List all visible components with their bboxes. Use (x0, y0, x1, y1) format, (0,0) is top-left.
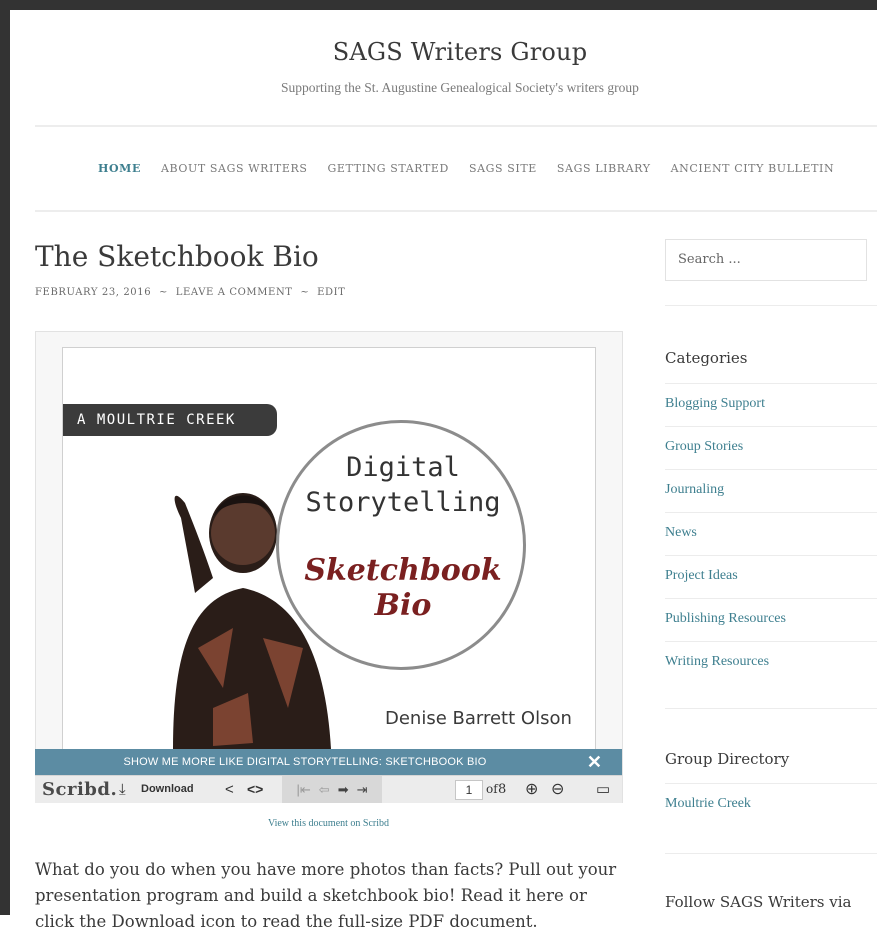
doc-author: Denise Barrett Olson (385, 708, 572, 729)
meta-separator: ~ (300, 287, 310, 298)
main-nav: HOME ABOUT SAGS WRITERS GETTING STARTED … (98, 162, 834, 175)
page-total: 8 (498, 782, 507, 797)
group-directory-title: Group Directory (665, 750, 790, 768)
share-icon[interactable]: < (225, 776, 234, 803)
page-navigation: |⇤ ⇦ ➡ ⇥ (282, 776, 382, 803)
search-input[interactable]: Search ... (665, 239, 867, 281)
list-item: News (665, 512, 877, 555)
page-number-input[interactable]: 1 (455, 780, 483, 800)
list-item: Blogging Support (665, 383, 877, 426)
directory-link-moultrie-creek[interactable]: Moultrie Creek (665, 796, 751, 812)
edit-link[interactable]: EDIT (317, 287, 345, 298)
next-page-icon[interactable]: ➡ (338, 776, 349, 803)
zoom-in-icon[interactable]: ⊕ (525, 776, 538, 803)
window-frame-top (0, 0, 877, 10)
site-title[interactable]: SAGS Writers Group (10, 38, 877, 66)
category-link[interactable]: Project Ideas (665, 556, 877, 584)
nav-item-sags-site[interactable]: SAGS SITE (469, 162, 537, 175)
list-item: Group Stories (665, 426, 877, 469)
category-link[interactable]: Publishing Resources (665, 599, 877, 627)
document-page[interactable]: A MOULTRIE CREEK GUIDE Digital Storytell… (62, 347, 596, 750)
categories-title: Categories (665, 349, 748, 367)
follow-title: Follow SAGS Writers via (665, 893, 852, 911)
close-icon[interactable]: ✕ (587, 752, 602, 773)
nav-item-home[interactable]: HOME (98, 162, 141, 175)
nav-divider (35, 210, 877, 212)
post-meta: FEBRUARY 23, 2016 ~ LEAVE A COMMENT ~ ED… (35, 287, 349, 298)
category-link[interactable]: Writing Resources (665, 642, 877, 670)
list-item: Writing Resources (665, 641, 877, 684)
category-link[interactable]: Journaling (665, 470, 877, 498)
site-tagline: Supporting the St. Augustine Genealogica… (281, 80, 639, 95)
post-body: What do you do when you have more photos… (35, 859, 617, 931)
list-item: Journaling (665, 469, 877, 512)
fullscreen-icon[interactable]: ▭ (596, 776, 610, 803)
list-item: Publishing Resources (665, 598, 877, 641)
doc-title: Digital Storytelling (303, 450, 503, 520)
download-button[interactable]: Download (141, 776, 194, 803)
category-link[interactable]: News (665, 513, 877, 541)
category-link[interactable]: Group Stories (665, 427, 877, 455)
download-icon[interactable]: ⤓ (119, 776, 126, 803)
view-on-scribd-link[interactable]: View this document on Scribd (35, 818, 622, 829)
banner-text[interactable]: SHOW ME MORE LIKE DIGITAL STORYTELLING: … (35, 756, 575, 768)
more-like-banner[interactable]: SHOW ME MORE LIKE DIGITAL STORYTELLING: … (35, 749, 622, 775)
last-page-icon[interactable]: ⇥ (357, 776, 368, 803)
doc-guide-tag: A MOULTRIE CREEK GUIDE (63, 404, 277, 460)
header-divider (35, 125, 877, 127)
nav-item-sags-library[interactable]: SAGS LIBRARY (557, 162, 651, 175)
first-page-icon[interactable]: |⇤ (297, 776, 311, 803)
doc-title-line2: Storytelling (305, 487, 501, 518)
category-link[interactable]: Blogging Support (665, 384, 877, 412)
sidebar-divider (665, 853, 877, 854)
categories-list: Blogging Support Group Stories Journalin… (665, 383, 877, 684)
page-of-label: of (486, 782, 498, 796)
leave-comment-link[interactable]: LEAVE A COMMENT (176, 287, 293, 298)
nav-item-about[interactable]: ABOUT SAGS WRITERS (161, 162, 308, 175)
embed-code-icon[interactable]: <> (247, 776, 263, 803)
sidebar-divider (665, 783, 877, 784)
list-item: Project Ideas (665, 555, 877, 598)
zoom-out-icon[interactable]: ⊖ (551, 776, 564, 803)
nav-item-getting-started[interactable]: GETTING STARTED (328, 162, 449, 175)
post-date[interactable]: FEBRUARY 23, 2016 (35, 287, 151, 298)
nav-item-ancient-city-bulletin[interactable]: ANCIENT CITY BULLETIN (671, 162, 835, 175)
post-title[interactable]: The Sketchbook Bio (35, 240, 319, 273)
window-frame-left (0, 0, 10, 915)
scribd-logo[interactable]: Scribd. (42, 776, 117, 803)
doc-title-line1: Digital (346, 452, 460, 483)
sidebar-divider (665, 708, 877, 709)
meta-separator: ~ (158, 287, 168, 298)
doc-subtitle: Sketchbook Bio (304, 553, 502, 623)
previous-page-icon[interactable]: ⇦ (319, 776, 330, 803)
sidebar-divider (665, 305, 877, 306)
scribd-toolbar: Scribd. ⤓ Download < <> |⇤ ⇦ ➡ ⇥ 1 of 8 … (35, 775, 622, 803)
